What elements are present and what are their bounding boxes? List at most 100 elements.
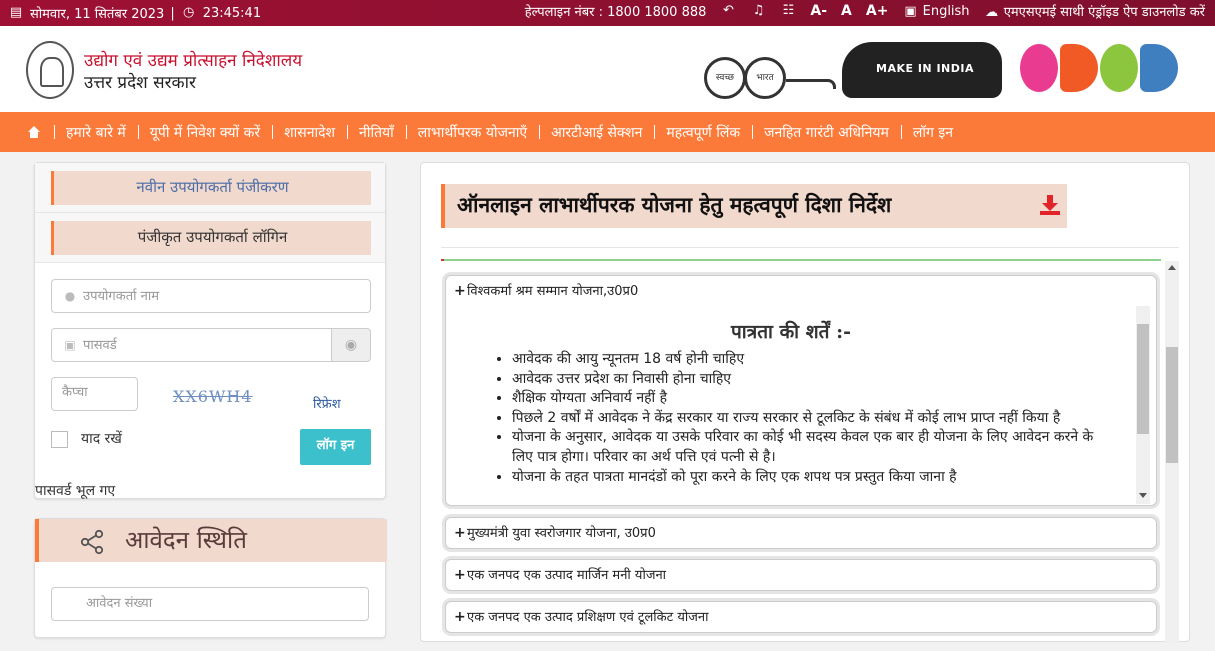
government-name: उत्तर प्रदेश सरकार xyxy=(84,73,196,93)
nav-separator xyxy=(347,125,349,139)
current-date: सोमवार, 11 सितंबर 2023 xyxy=(30,7,165,22)
scroll-up-arrow-icon[interactable] xyxy=(1168,265,1176,270)
nav-important-links-label: महत्वपूर्ण लिंक xyxy=(666,124,741,141)
cloud-download-icon: ☁ xyxy=(985,5,999,20)
back-icon[interactable]: ↶ xyxy=(720,4,736,18)
login-panel: नवीन उपयोगकर्ता पंजीकरण पंजीकृत उपयोगकर्… xyxy=(34,162,386,499)
accordion-label: मुख्यमंत्री युवा स्वरोजगार योजना, उ0प्र0 xyxy=(467,526,656,541)
swachh-glasses-stem xyxy=(786,79,836,89)
application-number-input[interactable]: आवेदन संख्या xyxy=(51,587,369,621)
language-toggle[interactable]: ▣ English xyxy=(902,4,969,19)
new-registration-row: नवीन उपयोगकर्ता पंजीकरण xyxy=(35,163,385,213)
nav-government-orders[interactable]: शासनादेश xyxy=(260,123,335,142)
nav-policies-label: नीतियाँ xyxy=(359,124,394,141)
download-icon[interactable] xyxy=(1039,194,1061,216)
accordion-yuva-swarozgar-scheme: +मुख्यमंत्री युवा स्वरोजगार योजना, उ0प्र… xyxy=(445,517,1157,549)
lock-icon: ▣ xyxy=(64,338,76,352)
captcha-placeholder: कैप्चा xyxy=(62,385,88,400)
nav-why-invest[interactable]: यूपी में निवेश क्यों करें xyxy=(126,123,260,142)
site-header: उद्योग एवं उद्यम प्रोत्साहन निदेशालय उत्… xyxy=(0,26,1215,112)
accordion-label: एक जनपद एक उत्पाद प्रशिक्षण एवं टूलकिट य… xyxy=(467,610,709,625)
current-time: 23:45:41 xyxy=(202,5,262,21)
accordion-label: विश्वकर्मा श्रम सम्मान योजना,उ0प्र0 xyxy=(467,284,639,299)
forgot-password-link[interactable]: पासवर्ड भूल गए xyxy=(35,481,115,500)
password-placeholder: पासवर्ड xyxy=(83,338,117,353)
list-item: योजना के अनुसार, आवेदक या उसके परिवार का… xyxy=(512,428,1112,467)
eligibility-title: पात्रता की शर्तें :- xyxy=(731,321,851,343)
inner-scrollbar[interactable] xyxy=(1136,306,1150,504)
home-icon xyxy=(28,126,40,138)
plus-icon: + xyxy=(454,567,466,583)
eligibility-criteria-list: आवेदक की आयु न्यूनतम 18 वर्ष होनी चाहिए … xyxy=(512,350,1112,487)
font-increase-button[interactable]: A+ xyxy=(866,3,889,19)
nav-about-label: हमारे बारे में xyxy=(66,124,126,141)
font-reset-button[interactable]: A xyxy=(841,3,852,19)
font-decrease-button[interactable]: A- xyxy=(810,3,827,19)
nav-home[interactable] xyxy=(28,126,42,138)
speaker-icon[interactable]: ♫ xyxy=(750,4,766,18)
department-title: उद्योग एवं उद्यम प्रोत्साहन निदेशालय xyxy=(84,51,303,71)
outer-scrollbar[interactable] xyxy=(1165,261,1179,643)
accordion-header[interactable]: +विश्वकर्मा श्रम सम्मान योजना,उ0प्र0 xyxy=(446,276,1156,306)
outer-scrollbar-thumb[interactable] xyxy=(1166,347,1178,463)
captcha-image: XX6WH4 xyxy=(173,387,253,406)
app-download-link[interactable]: ☁ एमएसएमई साथी एंड्रॉइड ऐप डाउनलोड करें xyxy=(984,2,1205,20)
nav-important-links[interactable]: महत्वपूर्ण लिंक xyxy=(642,123,740,142)
nav-about[interactable]: हमारे बारे में xyxy=(42,123,126,142)
clock-icon: ◷ xyxy=(183,5,195,20)
tab-new-user-registration[interactable]: नवीन उपयोगकर्ता पंजीकरण xyxy=(51,171,371,205)
inner-scrollbar-thumb[interactable] xyxy=(1137,324,1149,434)
sitemap-icon[interactable]: ☷ xyxy=(780,4,796,18)
captcha-refresh-link[interactable]: रिफ्रेश xyxy=(313,394,341,412)
login-button[interactable]: लॉग इन xyxy=(300,429,371,465)
language-label: English xyxy=(922,3,970,19)
nav-rti-section[interactable]: आरटीआई सेक्शन xyxy=(527,123,642,142)
user-icon: ● xyxy=(64,289,76,303)
tab-registered-user-login[interactable]: पंजीकृत उपयोगकर्ता लॉगिन xyxy=(51,221,371,255)
password-input[interactable]: ▣ पासवर्ड xyxy=(51,328,332,362)
scroll-down-arrow-icon[interactable] xyxy=(1139,493,1147,498)
remember-me-label: याद रखें xyxy=(81,431,122,447)
date-separator: | xyxy=(170,5,175,21)
list-item: पिछले 2 वर्षों में आवेदक ने केंद्र सरकार… xyxy=(512,409,1112,429)
list-item: आवेदक उत्तर प्रदेश का निवासी होना चाहिए xyxy=(512,370,1112,390)
nav-separator xyxy=(900,125,902,139)
scheme-accordion-list[interactable]: +विश्वकर्मा श्रम सम्मान योजना,उ0प्र0 पात… xyxy=(441,261,1179,651)
remember-me-checkbox[interactable] xyxy=(51,431,68,448)
nav-policies[interactable]: नीतियाँ xyxy=(335,123,394,142)
main-navigation: हमारे बारे में यूपी में निवेश क्यों करें… xyxy=(0,112,1215,152)
nav-public-guarantee-act[interactable]: जनहित गारंटी अधिनियम xyxy=(740,123,889,142)
odop-logo-o xyxy=(1020,44,1058,92)
top-bar: ▤ सोमवार, 11 सितंबर 2023 | ◷ 23:45:41 हे… xyxy=(0,0,1215,26)
nav-rti-section-label: आरटीआई सेक्शन xyxy=(551,124,643,141)
nav-public-guarantee-act-label: जनहित गारंटी अधिनियम xyxy=(764,124,889,141)
username-input[interactable]: ● उपयोगकर्ता नाम xyxy=(51,279,371,313)
odop-logo-d xyxy=(1060,44,1098,92)
application-status-header: आवेदन स्थिति xyxy=(35,519,387,562)
odop-logo-p xyxy=(1140,44,1178,92)
accordion-vishwakarma-scheme: +विश्वकर्मा श्रम सम्मान योजना,उ0प्र0 पात… xyxy=(445,275,1157,506)
accordion-header[interactable]: +एक जनपद एक उत्पाद मार्जिन मनी योजना xyxy=(446,560,1156,590)
show-password-eye-icon[interactable]: ◉ xyxy=(331,328,371,362)
plus-icon: + xyxy=(454,283,466,299)
department-name[interactable]: उद्योग एवं उद्यम प्रोत्साहन निदेशालय उत्… xyxy=(84,50,302,94)
nav-login[interactable]: लॉग इन xyxy=(889,123,953,142)
title-divider xyxy=(441,247,1179,248)
nav-beneficiary-schemes[interactable]: लाभार्थीपरक योजनाएँ xyxy=(394,123,527,142)
nav-separator xyxy=(752,125,754,139)
list-item: आवेदक की आयु न्यूनतम 18 वर्ष होनी चाहिए xyxy=(512,350,1112,370)
nav-beneficiary-schemes-label: लाभार्थीपरक योजनाएँ xyxy=(417,124,528,141)
nav-login-label: लॉग इन xyxy=(912,124,954,141)
nav-separator xyxy=(539,125,541,139)
accordion-header[interactable]: +मुख्यमंत्री युवा स्वरोजगार योजना, उ0प्र… xyxy=(446,518,1156,548)
accordion-header[interactable]: +एक जनपद एक उत्पाद प्रशिक्षण एवं टूलकिट … xyxy=(446,602,1156,632)
accordion-odop-training-toolkit-scheme: +एक जनपद एक उत्पाद प्रशिक्षण एवं टूलकिट … xyxy=(445,601,1157,633)
eligibility-content[interactable]: पात्रता की शर्तें :- आवेदक की आयु न्यूनत… xyxy=(446,306,1154,504)
username-placeholder: उपयोगकर्ता नाम xyxy=(83,289,159,304)
captcha-input[interactable]: कैप्चा xyxy=(51,377,138,411)
accordion-label: एक जनपद एक उत्पाद मार्जिन मनी योजना xyxy=(467,568,667,583)
translate-icon: ▣ xyxy=(904,3,917,19)
app-download-label: एमएसएमई साथी एंड्रॉइड ऐप डाउनलोड करें xyxy=(1003,5,1205,20)
nav-separator xyxy=(54,125,55,139)
calendar-icon: ▤ xyxy=(9,5,23,20)
